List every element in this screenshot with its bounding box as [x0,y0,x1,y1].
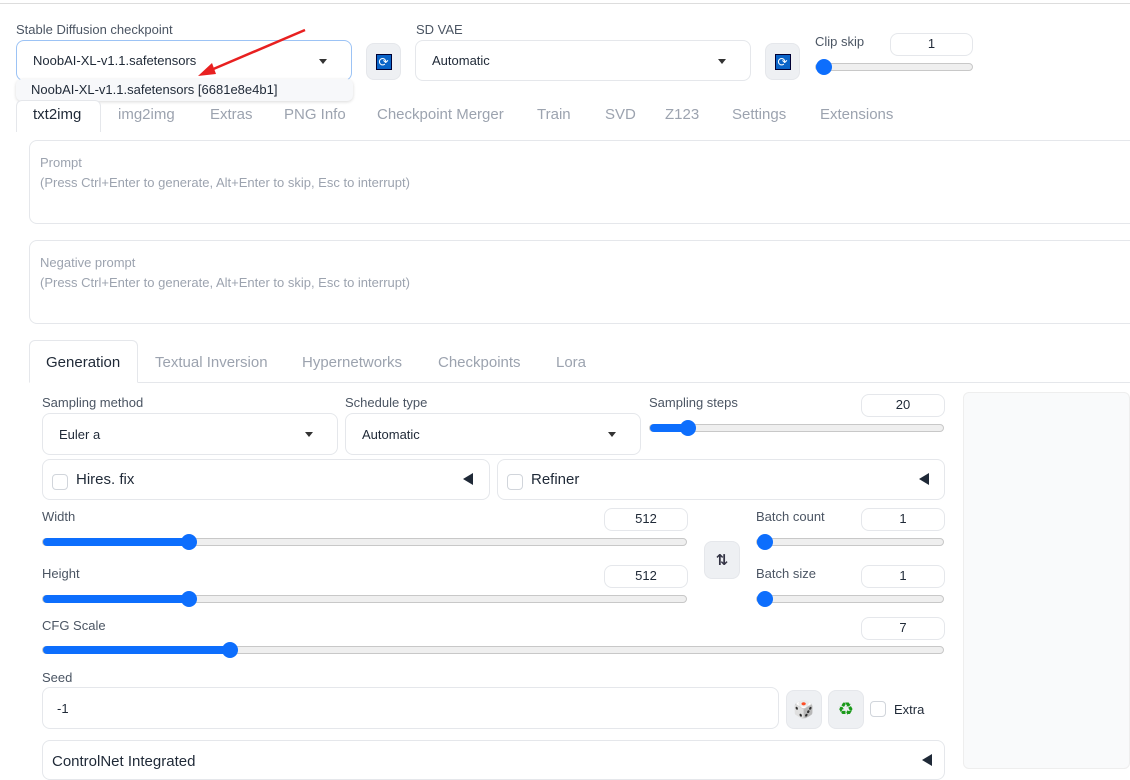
subtab-textual-inversion[interactable]: Textual Inversion [155,354,268,371]
refresh-icon: ⟳ [774,53,791,70]
collapse-triangle-icon[interactable] [463,473,473,485]
tab-svd[interactable]: SVD [605,106,636,123]
subtab-lora[interactable]: Lora [556,354,586,371]
slider-thumb[interactable] [757,534,773,550]
height-label: Height [42,566,80,581]
prompt-placeholder: (Press Ctrl+Enter to generate, Alt+Enter… [40,175,410,190]
negative-prompt-label: Negative prompt [40,255,136,270]
tab-txt2img[interactable]: txt2img [33,106,81,123]
subtab-generation[interactable]: Generation [46,354,120,371]
controlnet-accordion[interactable]: ControlNet Integrated [42,740,945,780]
batch-size-input[interactable]: 1 [861,565,945,588]
tab-extras[interactable]: Extras [210,106,253,123]
refiner-accordion[interactable]: Refiner [497,459,945,500]
slider-thumb[interactable] [221,642,238,658]
batch-size-label: Batch size [756,566,816,581]
slider-thumb[interactable] [679,420,696,436]
sampling-method-label: Sampling method [42,395,144,410]
clip-skip-label: Clip skip [815,34,865,49]
collapse-triangle-icon[interactable] [922,754,932,766]
refresh-icon: ⟳ [375,53,392,70]
refiner-label: Refiner [531,471,580,488]
cfg-scale-input[interactable]: 7 [861,617,945,640]
checkpoint-value: NoobAI-XL-v1.1.safetensors [33,53,197,68]
clip-skip-input[interactable]: 1 [890,33,973,56]
vae-value: Automatic [432,53,490,68]
sampling-method-dropdown[interactable]: Euler a [42,413,338,455]
sampling-steps-input[interactable]: 20 [861,394,945,417]
schedule-type-value: Automatic [362,426,420,442]
refiner-checkbox[interactable] [507,474,523,490]
batch-count-label: Batch count [756,509,825,524]
tab-checkpoint-merger[interactable]: Checkpoint Merger [377,106,504,123]
extra-seed-label: Extra [894,702,925,717]
subtabs-divider [29,382,1130,383]
prompt-label: Prompt [40,155,82,170]
schedule-type-dropdown[interactable]: Automatic [345,413,641,455]
chevron-down-icon [319,58,327,64]
red-arrow-annotation [198,28,306,76]
hires-fix-checkbox[interactable] [52,474,68,490]
hires-fix-label: Hires. fix [76,471,135,488]
subtab-hypernetworks[interactable]: Hypernetworks [302,354,402,371]
slider-thumb[interactable] [816,59,832,75]
batch-size-slider[interactable] [756,591,944,607]
seed-label: Seed [42,670,73,685]
negative-prompt-placeholder: (Press Ctrl+Enter to generate, Alt+Enter… [40,275,410,290]
checkpoint-option[interactable]: NoobAI-XL-v1.1.safetensors [6681e8e4b1] [16,79,353,101]
subtab-checkpoints[interactable]: Checkpoints [438,354,521,371]
width-input[interactable]: 512 [604,508,688,531]
vae-dropdown[interactable]: Automatic [415,40,751,81]
prompt-input[interactable]: Prompt (Press Ctrl+Enter to generate, Alt… [29,140,1130,224]
slider-thumb[interactable] [180,591,197,607]
random-seed-button[interactable]: 🎲 [786,690,822,729]
checkpoint-label: Stable Diffusion checkpoint [16,22,173,37]
cfg-scale-slider[interactable] [42,642,944,658]
slider-fill [43,538,189,546]
reuse-seed-button[interactable]: ♻ [828,690,864,729]
refresh-checkpoint-button[interactable]: ⟳ [366,43,401,80]
tab-extensions[interactable]: Extensions [820,106,893,123]
height-input[interactable]: 512 [604,565,688,588]
chevron-down-icon [718,58,726,64]
slider-fill [43,595,189,603]
slider-fill [43,646,230,654]
tab-png-info[interactable]: PNG Info [284,106,346,123]
slider-thumb[interactable] [180,534,197,550]
swap-arrows-icon: ⇅ [715,552,729,569]
chevron-down-icon [608,432,616,437]
clip-skip-slider[interactable] [815,59,973,75]
sampling-steps-slider[interactable] [649,420,944,436]
sampling-method-value: Euler a [59,426,101,442]
width-label: Width [42,509,76,524]
tab-z123[interactable]: Z123 [665,106,699,123]
schedule-type-label: Schedule type [345,395,428,410]
output-panel [963,392,1130,769]
batch-count-slider[interactable] [756,534,944,550]
width-slider[interactable] [42,534,687,550]
seed-input[interactable]: -1 [42,687,779,729]
cfg-scale-label: CFG Scale [42,618,106,633]
tab-train[interactable]: Train [537,106,571,123]
top-divider [0,3,1130,4]
height-slider[interactable] [42,591,687,607]
tab-settings[interactable]: Settings [732,106,786,123]
hires-fix-accordion[interactable]: Hires. fix [42,459,490,500]
batch-count-input[interactable]: 1 [861,508,945,531]
dice-icon: 🎲 [793,699,815,719]
vae-label: SD VAE [416,22,463,37]
tab-img2img[interactable]: img2img [118,106,175,123]
sampling-steps-label: Sampling steps [649,395,738,410]
slider-thumb[interactable] [757,591,773,607]
negative-prompt-input[interactable]: Negative prompt (Press Ctrl+Enter to gene… [29,240,1130,324]
chevron-down-icon [305,432,313,437]
collapse-triangle-icon[interactable] [919,473,929,485]
swap-dimensions-button[interactable]: ⇅ [704,541,740,579]
controlnet-label: ControlNet Integrated [52,753,196,770]
extra-seed-checkbox[interactable] [870,701,886,717]
recycle-icon: ♻ [837,699,855,719]
refresh-vae-button[interactable]: ⟳ [765,43,800,80]
